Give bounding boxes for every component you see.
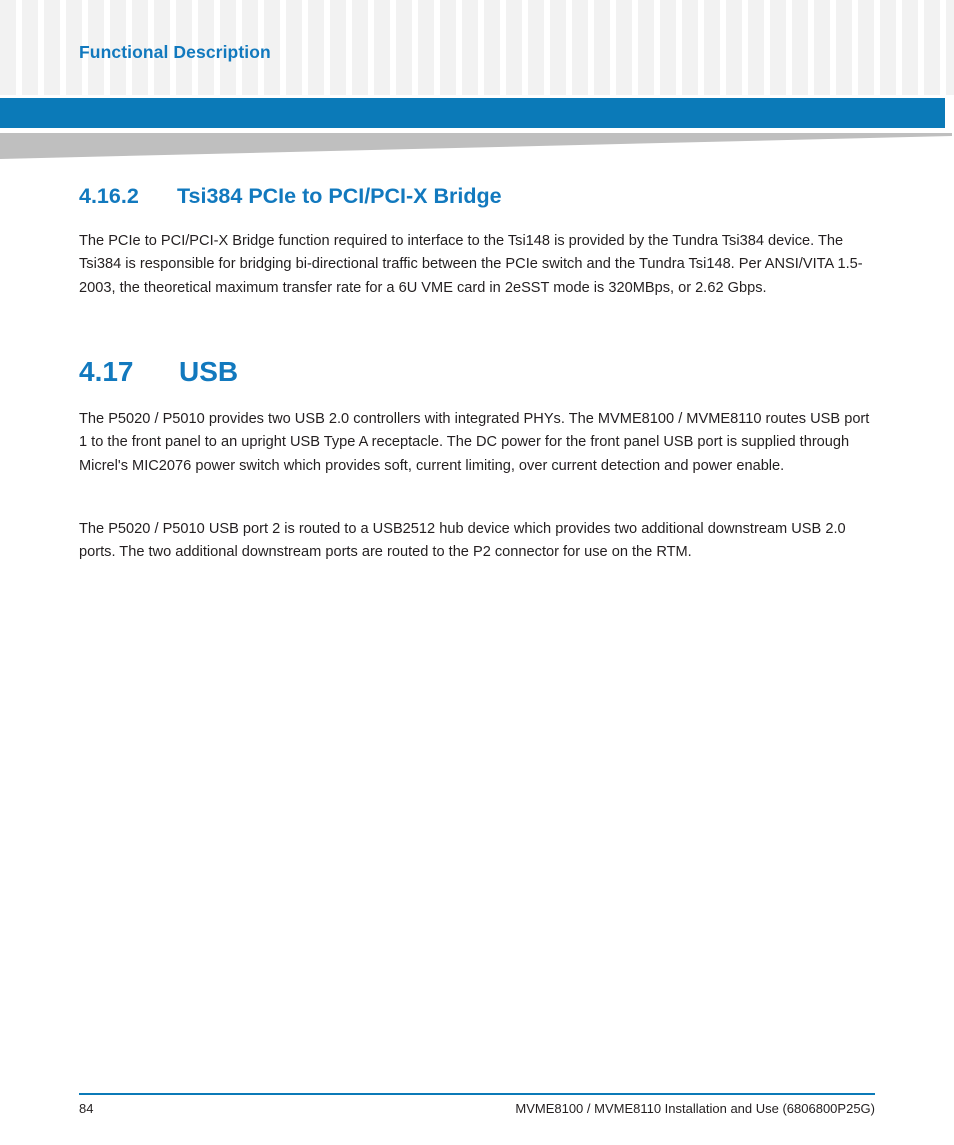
section-heading-4-16-2: 4.16.2 Tsi384 PCIe to PCI/PCI-X Bridge: [79, 183, 502, 209]
document-page: Functional Description 4.16.2 Tsi384 PCIe…: [0, 0, 954, 1145]
running-head: Functional Description: [79, 42, 271, 62]
section-number: 4.17: [79, 356, 134, 387]
section-title: USB: [179, 356, 239, 387]
header-gray-wedge: [0, 133, 952, 159]
paragraph-usb-1: The P5020 / P5010 provides two USB 2.0 c…: [79, 411, 870, 474]
section-heading-4-17: 4.17 USB: [79, 355, 238, 389]
footer-document-title: MVME8100 / MVME8110 Installation and Use…: [515, 1101, 875, 1116]
header-blue-band: [0, 98, 945, 128]
section-number: 4.16.2: [79, 184, 139, 208]
paragraph-tsi384: The PCIe to PCI/PCI-X Bridge function re…: [79, 233, 863, 296]
section-title: Tsi384 PCIe to PCI/PCI-X Bridge: [177, 184, 502, 208]
paragraph-usb-2: The P5020 / P5010 USB port 2 is routed t…: [79, 521, 846, 561]
footer-rule: [79, 1093, 875, 1095]
